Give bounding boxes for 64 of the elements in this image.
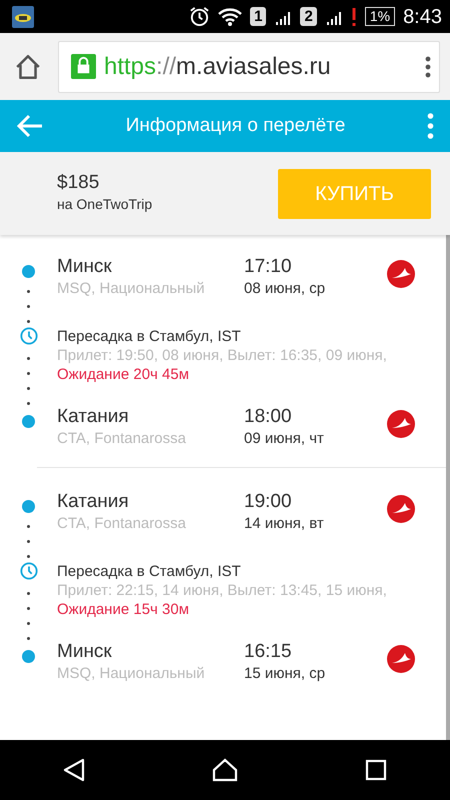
city-name: Катания	[57, 490, 130, 514]
dotted-line-dot	[27, 387, 30, 390]
transfer-details: Прилет: 19:50, 08 июня, Вылет: 16:35, 09 июня,	[57, 346, 388, 365]
address-bar[interactable]: https://m.aviasales.ru	[58, 40, 440, 92]
transfer-title: Пересадка в Стамбул, IST	[57, 327, 242, 346]
battery-level: 1%	[364, 7, 396, 26]
airline-logo-icon	[386, 644, 416, 674]
dotted-line-dot	[27, 357, 30, 360]
dotted-line-dot	[27, 320, 30, 323]
clock-icon	[20, 327, 38, 345]
airline-logo-icon	[386, 259, 416, 289]
time: 17:10	[244, 255, 293, 279]
transfer-title: Пересадка в Стамбул, IST	[57, 562, 242, 581]
date: 09 июня, чт	[244, 429, 324, 449]
city-name: Минск	[57, 640, 113, 664]
clock: 8:43	[403, 4, 442, 30]
time: 19:00	[244, 490, 293, 514]
city-name: Минск	[57, 255, 113, 279]
alarm-icon	[189, 6, 210, 27]
transfer-details: Прилет: 22:15, 14 июня, Вылет: 13:45, 15 июня,	[57, 581, 388, 600]
airport-name: CTA, Fontanarossa	[57, 514, 187, 534]
airport-name: CTA, Fontanarossa	[57, 429, 187, 449]
date: 14 июня, вт	[244, 514, 324, 534]
warning-icon	[350, 6, 357, 26]
dotted-line-dot	[27, 607, 30, 610]
wifi-icon	[218, 6, 242, 26]
airline-logo-icon	[386, 409, 416, 439]
city-name: Катания	[57, 405, 130, 429]
lock-icon	[71, 54, 96, 79]
url-text: https://m.aviasales.ru	[104, 52, 331, 82]
time: 18:00	[244, 405, 293, 429]
dotted-line-dot	[27, 525, 30, 528]
dotted-line-dot	[27, 290, 30, 293]
route-point-dot	[22, 265, 35, 278]
price: $185	[57, 172, 100, 194]
back-icon[interactable]	[63, 758, 86, 782]
route-point-dot	[22, 500, 35, 513]
dotted-line-dot	[27, 540, 30, 543]
screen-title: Информация о перелёте	[124, 114, 346, 138]
airport-name: MSQ, Национальный	[57, 664, 206, 684]
date: 15 июня, ср	[244, 664, 326, 684]
dotted-line-dot	[27, 305, 30, 308]
clock-icon	[20, 562, 38, 580]
date: 08 июня, ср	[244, 279, 326, 299]
route-point-dot	[22, 650, 35, 663]
sim-label: 2	[300, 7, 317, 26]
dotted-line-dot	[27, 372, 30, 375]
recent-apps-icon[interactable]	[364, 759, 387, 781]
waiting-time: Ожидание 15ч 30м	[57, 600, 190, 619]
route-point-dot	[22, 415, 35, 428]
menu-icon[interactable]	[425, 56, 431, 78]
waiting-time: Ожидание 20ч 45м	[57, 365, 190, 384]
home-icon[interactable]	[14, 52, 42, 80]
airport-name: MSQ, Национальный	[57, 279, 206, 299]
sim-label: 1	[250, 7, 266, 26]
airline-logo-icon	[386, 494, 416, 524]
dotted-line-dot	[27, 402, 30, 405]
vendor-name: на OneTwoTrip	[57, 195, 152, 214]
time: 16:15	[244, 640, 293, 664]
dotted-line-dot	[27, 622, 30, 625]
dotted-line-dot	[27, 555, 30, 558]
app-icon	[12, 6, 34, 28]
dotted-line-dot	[27, 592, 30, 595]
dotted-line-dot	[27, 637, 30, 640]
